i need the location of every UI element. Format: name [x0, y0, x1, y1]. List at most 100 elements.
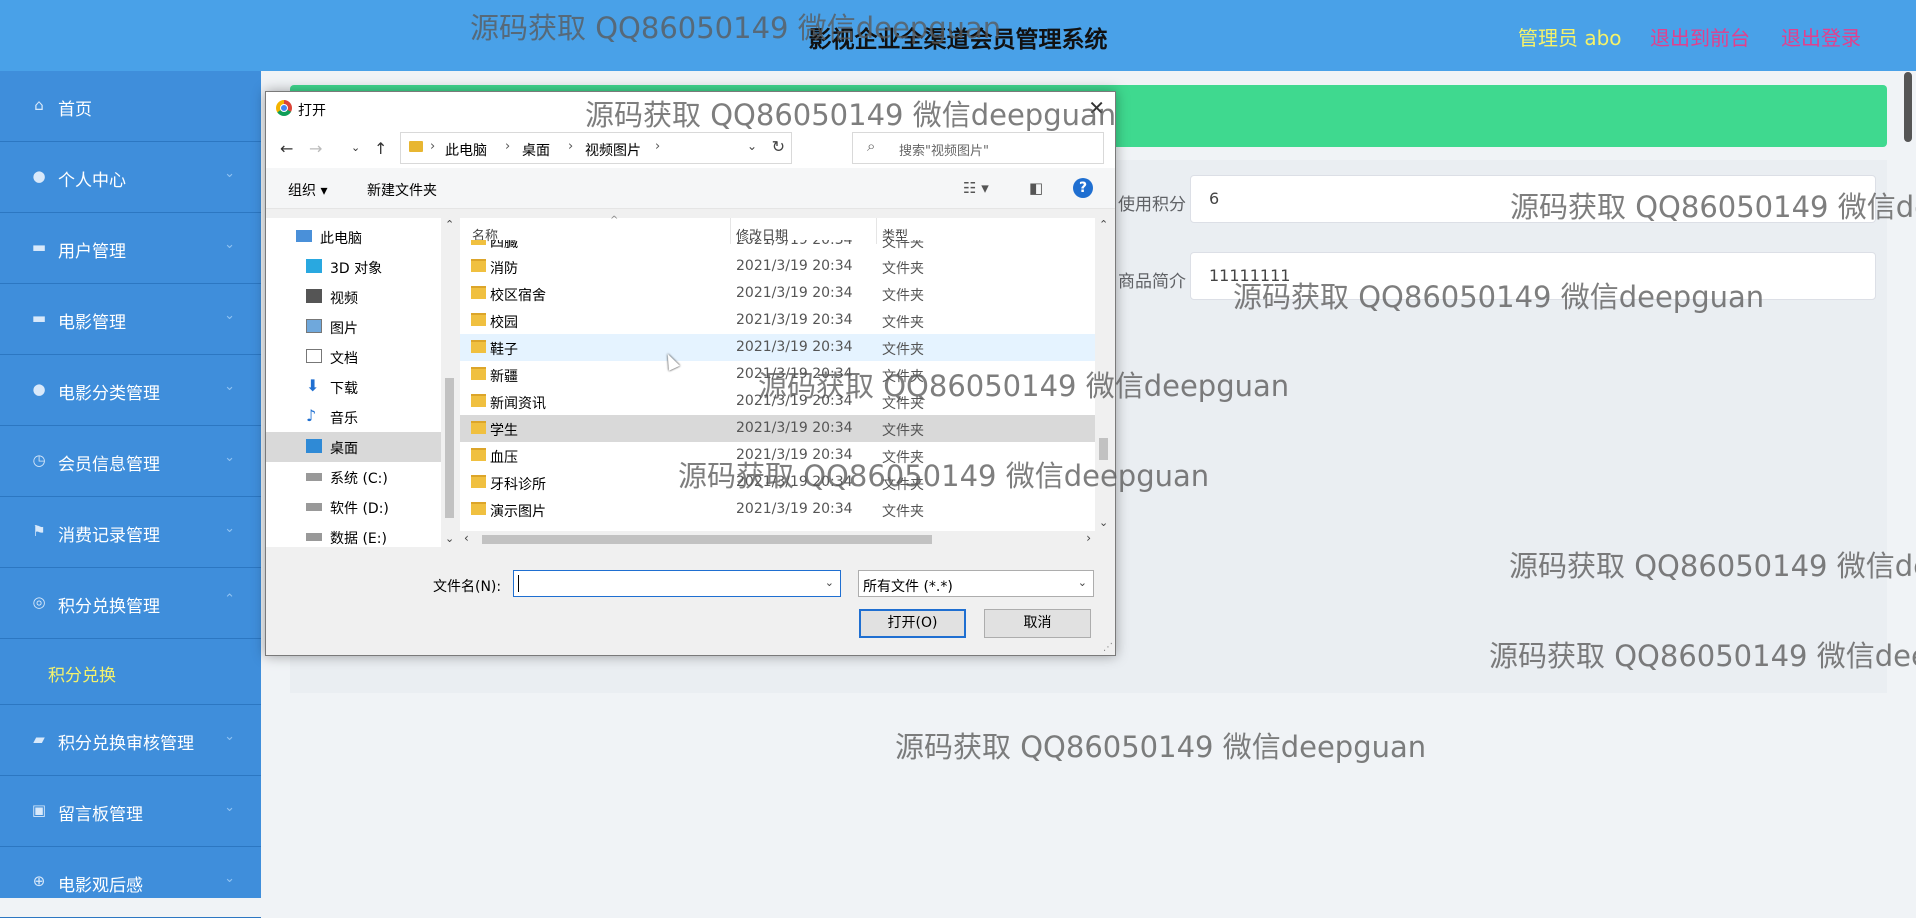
page-scrollbar[interactable]	[1904, 72, 1912, 142]
watermark-text: 源码获取 QQ86050149 微信deepguan	[1233, 280, 1765, 314]
folder-icon	[471, 240, 486, 245]
sidebar-item-movie-categories[interactable]: ● 电影分类管理 ⌄	[0, 355, 261, 426]
scrollbar-thumb[interactable]	[482, 535, 932, 544]
sidebar-item-points-exchange[interactable]: ◎ 积分兑换管理 ⌃	[0, 568, 261, 639]
nav-item-drive-d[interactable]: 软件 (D:)	[266, 492, 441, 522]
search-box[interactable]: ⌕ 搜索"视频图片"	[852, 132, 1104, 164]
sidebar-item-message-board[interactable]: ▣ 留言板管理 ⌄	[0, 776, 261, 847]
preview-pane-icon[interactable]: ◧	[1029, 179, 1043, 197]
help-icon[interactable]: ?	[1073, 178, 1093, 198]
folder-icon	[471, 286, 486, 299]
scrollbar-thumb[interactable]	[445, 378, 454, 518]
scroll-down-icon[interactable]: ⌄	[1099, 516, 1108, 529]
exit-to-front-link[interactable]: 退出到前台	[1650, 22, 1750, 51]
refresh-icon[interactable]: ↻	[772, 137, 785, 156]
file-type: 文件夹	[882, 261, 924, 277]
scroll-left-icon[interactable]: ‹	[464, 531, 469, 545]
recent-locations-icon[interactable]: ⌄	[351, 141, 360, 154]
nav-label: 3D 对象	[330, 261, 383, 277]
file-row[interactable]: 演示图片 2021/3/19 20:34 文件夹	[460, 496, 1095, 523]
document-icon	[306, 349, 322, 363]
sidebar-item-members[interactable]: ◷ 会员信息管理 ⌄	[0, 426, 261, 497]
sidebar-item-home[interactable]: ⌂ 首页	[0, 71, 261, 142]
desktop-icon	[306, 439, 322, 453]
sidebar-item-reviews[interactable]: ⊕ 电影观后感 ⌄	[0, 847, 261, 918]
path-box[interactable]: › 此电脑 › 桌面 › 视频图片 › ⌄ ↻	[400, 132, 792, 164]
chevron-right-icon: ›	[568, 139, 574, 154]
crosshair-icon: ⊕	[32, 872, 46, 890]
chat-icon: ▬	[31, 238, 47, 256]
file-row[interactable]: 鞋子 2021/3/19 20:34 文件夹	[460, 334, 1095, 361]
scroll-up-icon[interactable]: ⌃	[1099, 218, 1108, 231]
file-date: 2021/3/19 20:34	[736, 285, 853, 301]
file-name: 四臓	[490, 240, 518, 251]
nav-label: 桌面	[330, 441, 358, 457]
sidebar-item-label: 电影分类管理	[58, 384, 160, 404]
sidebar-item-label: 留言板管理	[58, 805, 143, 825]
sidebar-item-label: 积分兑换审核管理	[58, 734, 194, 754]
nav-item-music[interactable]: ♪ 音乐	[266, 402, 441, 432]
nav-item-3d-objects[interactable]: 3D 对象	[266, 252, 441, 282]
sidebar-item-consumption[interactable]: ⚑ 消费记录管理 ⌄	[0, 497, 261, 568]
organize-button[interactable]: 组织 ▾	[288, 180, 327, 200]
chevron-down-icon[interactable]: ⌄	[825, 576, 834, 589]
file-type: 文件夹	[882, 288, 924, 304]
sidebar-item-label: 消费记录管理	[58, 526, 160, 546]
nav-item-drive-e[interactable]: 数据 (E:)	[266, 522, 441, 552]
text-caret	[518, 575, 519, 592]
sidebar-item-movies[interactable]: ▬ 电影管理 ⌄	[0, 284, 261, 355]
cancel-button[interactable]: 取消	[984, 609, 1091, 638]
nav-item-this-pc[interactable]: 此电脑	[266, 222, 441, 252]
logout-link[interactable]: 退出登录	[1781, 22, 1861, 51]
chevron-right-icon: ›	[505, 139, 511, 154]
file-row[interactable]: 消防 2021/3/19 20:34 文件夹	[460, 253, 1095, 280]
view-options-icon[interactable]: ☷ ▾	[963, 179, 989, 197]
file-type-select[interactable]: 所有文件 (*.*) ⌄	[858, 570, 1094, 597]
cube-icon	[306, 259, 322, 273]
nav-item-pictures[interactable]: 图片	[266, 312, 441, 342]
breadcrumb-desktop[interactable]: 桌面	[522, 140, 550, 160]
sidebar-item-label: 个人中心	[58, 171, 126, 191]
nav-scrollbar[interactable]: ⌃ ⌄	[441, 218, 458, 547]
nav-label: 图片	[330, 321, 358, 337]
flag-icon: ⚑	[32, 522, 46, 540]
nav-item-drive-c[interactable]: 系统 (C:)	[266, 462, 441, 492]
sidebar-item-profile[interactable]: ● 个人中心 ⌄	[0, 142, 261, 213]
folder-icon	[471, 340, 486, 353]
scroll-up-icon[interactable]: ⌃	[445, 218, 454, 231]
file-name: 新闻资讯	[490, 396, 546, 412]
file-row[interactable]: 校园 2021/3/19 20:34 文件夹	[460, 307, 1095, 334]
nav-item-documents[interactable]: 文档	[266, 342, 441, 372]
nav-item-downloads[interactable]: ⬇ 下载	[266, 372, 441, 402]
points-label: 使用积分	[1118, 195, 1186, 215]
nav-item-desktop[interactable]: 桌面	[266, 432, 441, 462]
file-type: 文件夹	[882, 240, 924, 251]
chevron-down-icon[interactable]: ⌄	[747, 139, 757, 153]
forward-icon[interactable]: →	[309, 139, 322, 158]
up-icon[interactable]: ↑	[374, 139, 387, 158]
horizontal-scrollbar[interactable]: ‹ ›	[460, 531, 1095, 548]
sidebar-item-users[interactable]: ▬ 用户管理 ⌄	[0, 213, 261, 284]
sidebar-subitem-points-exchange[interactable]: 积分兑换	[0, 639, 261, 705]
folder-icon	[471, 448, 486, 461]
folder-icon	[471, 502, 486, 515]
back-icon[interactable]: ←	[280, 139, 293, 158]
file-row[interactable]: 校区宿舍 2021/3/19 20:34 文件夹	[460, 280, 1095, 307]
chevron-down-icon: ⌄	[224, 521, 235, 536]
breadcrumb-videos-pictures[interactable]: 视频图片	[585, 140, 641, 160]
resize-grip-icon[interactable]: ⋰	[1103, 642, 1113, 653]
nav-item-videos[interactable]: 视频	[266, 282, 441, 312]
nav-label: 此电脑	[320, 231, 362, 247]
chevron-down-icon: ⌄	[224, 166, 235, 181]
sidebar-item-exchange-review[interactable]: ▰ 积分兑换审核管理 ⌄	[0, 705, 261, 776]
file-row[interactable]: 四臓 2021/3/19 20:34 文件夹	[460, 240, 1095, 252]
filename-input[interactable]: ⌄	[513, 570, 841, 597]
scroll-right-icon[interactable]: ›	[1086, 531, 1091, 545]
new-folder-button[interactable]: 新建文件夹	[367, 180, 437, 200]
breadcrumb-this-pc[interactable]: 此电脑	[445, 140, 487, 160]
file-date: 2021/3/19 20:34	[736, 339, 853, 355]
open-button[interactable]: 打开(O)	[859, 609, 966, 638]
file-row[interactable]: 学生 2021/3/19 20:34 文件夹	[460, 415, 1095, 442]
chevron-down-icon: ⌄	[224, 379, 235, 394]
scroll-down-icon[interactable]: ⌄	[445, 532, 454, 545]
